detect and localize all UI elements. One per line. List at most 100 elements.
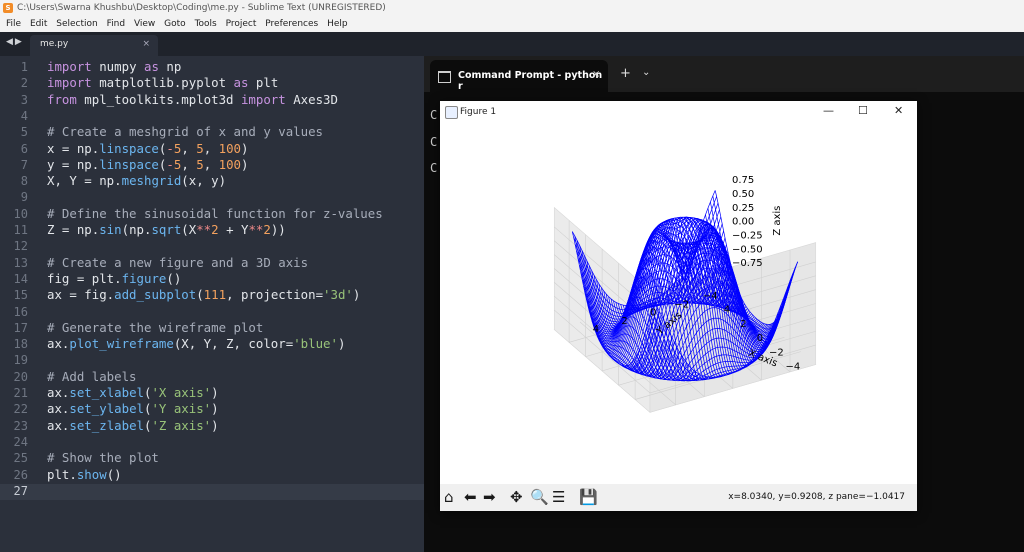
menu-view[interactable]: View bbox=[134, 16, 155, 32]
y-tick-label: 2 bbox=[621, 316, 627, 327]
line-number: 15 bbox=[13, 288, 28, 303]
z-tick-label: −0.50 bbox=[732, 244, 763, 255]
maximize-button[interactable]: ☐ bbox=[858, 104, 868, 117]
code-line: x = np.linspace(-5, 5, 100) bbox=[47, 140, 249, 156]
terminal-tab-close-icon[interactable]: × bbox=[592, 69, 600, 80]
current-line-highlight bbox=[0, 484, 440, 500]
figure-window[interactable]: Figure 1 — ☐ ✕ −4 −2 0 2 4 −4 −2 0 2 4 0.75 0.50 0.2… bbox=[440, 101, 917, 511]
line-number: 8 bbox=[20, 174, 28, 189]
line-number: 16 bbox=[13, 304, 28, 319]
terminal-tab[interactable]: Command Prompt - python r × bbox=[430, 60, 608, 92]
line-number: 23 bbox=[13, 418, 28, 433]
code-line: import numpy as np bbox=[47, 59, 182, 74]
new-tab-button[interactable]: + bbox=[620, 66, 631, 81]
window-titlebar: S C:\Users\Swarna Khushbu\Desktop\Coding… bbox=[0, 0, 1024, 16]
back-icon[interactable]: ⬅ bbox=[464, 488, 477, 506]
wireframe-chart[interactable]: −4−2024−4−20240.750.500.250.00−0.25−0.50… bbox=[440, 124, 917, 484]
code-line: X, Y = np.meshgrid(x, y) bbox=[47, 173, 227, 189]
code-line: ax = fig.add_subplot(111, projection='3d… bbox=[47, 287, 361, 303]
code-line: fig = plt.figure() bbox=[47, 270, 182, 286]
code-line: ax.set_zlabel('Z axis') bbox=[47, 417, 219, 433]
z-axis-label: Z axis bbox=[772, 206, 783, 236]
line-number: 26 bbox=[13, 467, 28, 482]
terminal-line: C bbox=[430, 161, 438, 175]
plot-canvas[interactable]: −4 −2 0 2 4 −4 −2 0 2 4 0.75 0.50 0.25 0.00 −0.25 −0.50… bbox=[440, 124, 917, 484]
pan-icon[interactable]: ✥ bbox=[510, 488, 523, 506]
line-number: 27 bbox=[13, 483, 28, 498]
x-tick-label: 2 bbox=[740, 319, 746, 330]
terminal-tab-bar: Command Prompt - python r × + ⌄ bbox=[424, 56, 1024, 92]
code-line: # Add labels bbox=[47, 368, 137, 384]
sublime-logo-icon: S bbox=[3, 3, 13, 13]
code-editor[interactable]: 1 2 3 4 5 6 7 8 9 10 11 12 13 14 15 16 17 18 19 20 21 22 23 24 2… bbox=[0, 56, 440, 552]
line-number: 9 bbox=[20, 190, 28, 205]
y-tick-label: −2 bbox=[674, 299, 689, 310]
forward-icon[interactable]: ➡ bbox=[483, 488, 496, 506]
z-tick-label: 0.50 bbox=[732, 189, 754, 200]
save-icon[interactable]: 💾 bbox=[579, 488, 598, 506]
tab-close-icon[interactable]: × bbox=[142, 39, 150, 49]
menu-file[interactable]: File bbox=[6, 16, 21, 32]
terminal-line: C bbox=[430, 108, 438, 122]
y-tick-label: 0 bbox=[650, 308, 656, 319]
line-number: 6 bbox=[20, 141, 28, 156]
terminal-line: C bbox=[430, 135, 438, 149]
code-line: # Generate the wireframe plot bbox=[47, 319, 264, 335]
menu-preferences[interactable]: Preferences bbox=[265, 16, 318, 32]
menu-project[interactable]: Project bbox=[226, 16, 257, 32]
configure-subplots-icon[interactable]: ☰ bbox=[552, 488, 565, 506]
cursor-coordinates: x=8.0340, y=0.9208, z pane=−1.0417 bbox=[728, 492, 905, 502]
menu-bar: File Edit Selection Find View Goto Tools… bbox=[0, 16, 1024, 32]
minimize-button[interactable]: — bbox=[823, 104, 834, 117]
code-line: # Create a new figure and a 3D axis bbox=[47, 254, 309, 270]
code-line: # Show the plot bbox=[47, 450, 159, 466]
line-number: 22 bbox=[13, 402, 28, 417]
line-number: 24 bbox=[13, 434, 28, 449]
tab-dropdown-icon[interactable]: ⌄ bbox=[642, 67, 650, 78]
line-number: 14 bbox=[13, 271, 28, 286]
close-button[interactable]: ✕ bbox=[894, 104, 903, 117]
code-line: ax.set_ylabel('Y axis') bbox=[47, 401, 219, 417]
code-line: y = np.linspace(-5, 5, 100) bbox=[47, 156, 249, 172]
x-tick-label: 0 bbox=[757, 333, 763, 344]
line-number: 1 bbox=[20, 60, 28, 74]
y-tick-label: 4 bbox=[593, 324, 599, 335]
tab-bar: ◀▶ me.py × bbox=[0, 32, 1024, 56]
menu-find[interactable]: Find bbox=[107, 16, 125, 32]
line-number: 11 bbox=[13, 223, 28, 237]
line-number: 21 bbox=[13, 386, 28, 400]
menu-tools[interactable]: Tools bbox=[195, 16, 217, 32]
line-number: 19 bbox=[13, 353, 28, 368]
menu-goto[interactable]: Goto bbox=[164, 16, 186, 32]
z-tick-label: −0.25 bbox=[732, 230, 763, 241]
tab-nav-arrows-icon[interactable]: ◀▶ bbox=[6, 37, 24, 47]
line-number: 17 bbox=[13, 320, 28, 335]
home-icon[interactable]: ⌂ bbox=[444, 488, 454, 506]
figure-titlebar: Figure 1 — ☐ ✕ bbox=[440, 101, 917, 124]
figure-title: Figure 1 bbox=[460, 107, 497, 117]
menu-selection[interactable]: Selection bbox=[56, 16, 97, 32]
line-number: 10 bbox=[13, 206, 28, 221]
menu-edit[interactable]: Edit bbox=[30, 16, 47, 32]
terminal-tab-label: Command Prompt - python r bbox=[458, 70, 603, 92]
z-tick-label: 0.25 bbox=[732, 203, 754, 214]
line-number: 7 bbox=[20, 157, 28, 172]
zoom-icon[interactable]: 🔍 bbox=[530, 488, 549, 506]
code-line: ax.set_xlabel('X axis') bbox=[47, 385, 219, 400]
line-number: 25 bbox=[13, 451, 28, 466]
x-tick-label: 4 bbox=[724, 304, 730, 315]
cmd-icon bbox=[438, 71, 451, 83]
z-tick-label: 0.75 bbox=[732, 175, 754, 186]
code-line: # Create a meshgrid of x and y values bbox=[47, 124, 324, 140]
code-line: ax.plot_wireframe(X, Y, Z, color='blue') bbox=[47, 336, 346, 352]
code-line: Z = np.sin(np.sqrt(X**2 + Y**2)) bbox=[47, 222, 286, 237]
z-tick-label: 0.00 bbox=[732, 217, 754, 228]
line-number: 18 bbox=[13, 337, 28, 352]
tab-me-py[interactable]: me.py × bbox=[30, 35, 158, 56]
tab-label: me.py bbox=[40, 39, 69, 49]
code-line: from mpl_toolkits.mplot3d import Axes3D bbox=[47, 91, 338, 107]
menu-help[interactable]: Help bbox=[327, 16, 348, 32]
line-number: 3 bbox=[20, 92, 28, 107]
code-line: plt.show() bbox=[47, 466, 122, 482]
z-tick-label: −0.75 bbox=[732, 258, 763, 269]
